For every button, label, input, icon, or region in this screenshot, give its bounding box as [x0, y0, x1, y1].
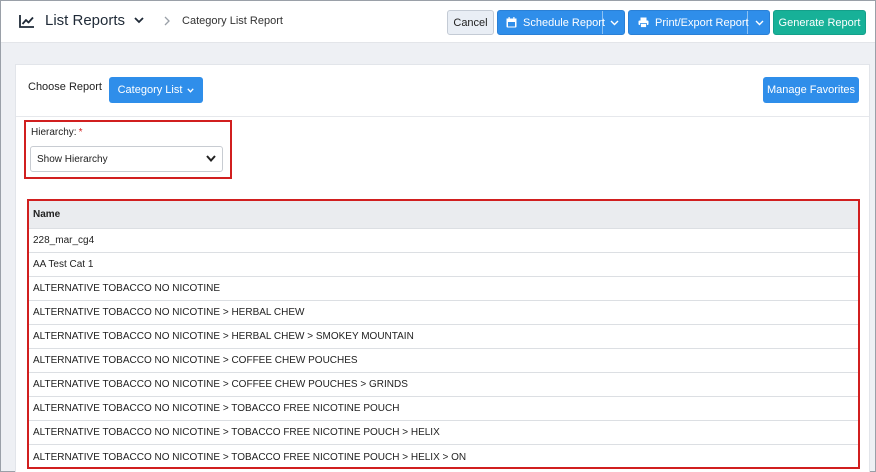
schedule-report-label: Schedule Report — [523, 16, 605, 29]
hierarchy-select[interactable]: Show Hierarchy — [30, 146, 223, 172]
table-row: ALTERNATIVE TOBACCO NO NICOTINE > TOBACC… — [33, 451, 467, 463]
chevron-down-icon[interactable] — [134, 17, 144, 24]
required-marker: * — [78, 127, 83, 138]
hierarchy-label-text: Hierarchy: — [31, 127, 77, 138]
table-row: ALTERNATIVE TOBACCO NO NICOTINE > HERBAL… — [29, 301, 858, 325]
print-export-button[interactable]: Print/Export Report — [628, 10, 770, 35]
report-title-menu[interactable]: List Reports Category List Report — [19, 12, 283, 29]
chart-line-icon — [19, 14, 34, 28]
generate-report-label: Generate Report — [778, 16, 861, 29]
cancel-button[interactable]: Cancel — [447, 10, 494, 35]
app-title: List Reports — [45, 12, 126, 29]
print-export-label: Print/Export Report — [655, 16, 749, 29]
split-divider — [602, 11, 603, 34]
divider — [16, 116, 869, 117]
top-header: List Reports Category List Report Cancel… — [1, 1, 875, 43]
split-divider — [747, 11, 748, 34]
report-table: Name 228_mar_cg4 AA Test Cat 1 ALTERNATI… — [27, 199, 860, 469]
chevron-down-icon[interactable] — [610, 20, 619, 26]
cancel-button-label: Cancel — [453, 16, 488, 29]
chevron-right-icon — [164, 16, 170, 25]
table-row: ALTERNATIVE TOBACCO NO NICOTINE > HERBAL… — [29, 325, 858, 349]
chevron-down-icon[interactable] — [755, 20, 764, 26]
table-row: ALTERNATIVE TOBACCO NO NICOTINE > TOBACC… — [29, 397, 858, 421]
table-row: 228_mar_cg4 — [29, 229, 858, 253]
manage-favorites-label: Manage Favorites — [766, 84, 856, 96]
table-row: ALTERNATIVE TOBACCO NO NICOTINE > COFFEE… — [29, 373, 858, 397]
table-row: ALTERNATIVE TOBACCO NO NICOTINE — [29, 277, 858, 301]
table-row: ALTERNATIVE TOBACCO NO NICOTINE > TOBACC… — [29, 421, 858, 445]
table-row: AA Test Cat 1 — [29, 253, 858, 277]
calendar-icon — [506, 17, 517, 28]
chevron-down-icon — [187, 87, 195, 93]
category-list-dropdown[interactable]: Category List — [109, 77, 203, 103]
chevron-down-icon — [206, 155, 216, 162]
manage-favorites-button[interactable]: Manage Favorites — [763, 77, 859, 103]
printer-icon — [638, 17, 649, 28]
report-card: Choose Report Category List Manage Favor… — [15, 64, 870, 472]
column-header-name[interactable]: Name — [29, 201, 858, 229]
hierarchy-label: Hierarchy: * — [31, 127, 82, 138]
choose-report-label: Choose Report — [28, 81, 102, 93]
breadcrumb: Category List Report — [182, 14, 283, 27]
category-list-label: Category List — [117, 84, 183, 96]
generate-report-button[interactable]: Generate Report — [773, 10, 866, 35]
hierarchy-section: Hierarchy: * Show Hierarchy — [24, 120, 232, 179]
schedule-report-button[interactable]: Schedule Report — [497, 10, 625, 35]
hierarchy-select-value: Show Hierarchy — [37, 153, 108, 165]
table-row: ALTERNATIVE TOBACCO NO NICOTINE > COFFEE… — [29, 349, 858, 373]
